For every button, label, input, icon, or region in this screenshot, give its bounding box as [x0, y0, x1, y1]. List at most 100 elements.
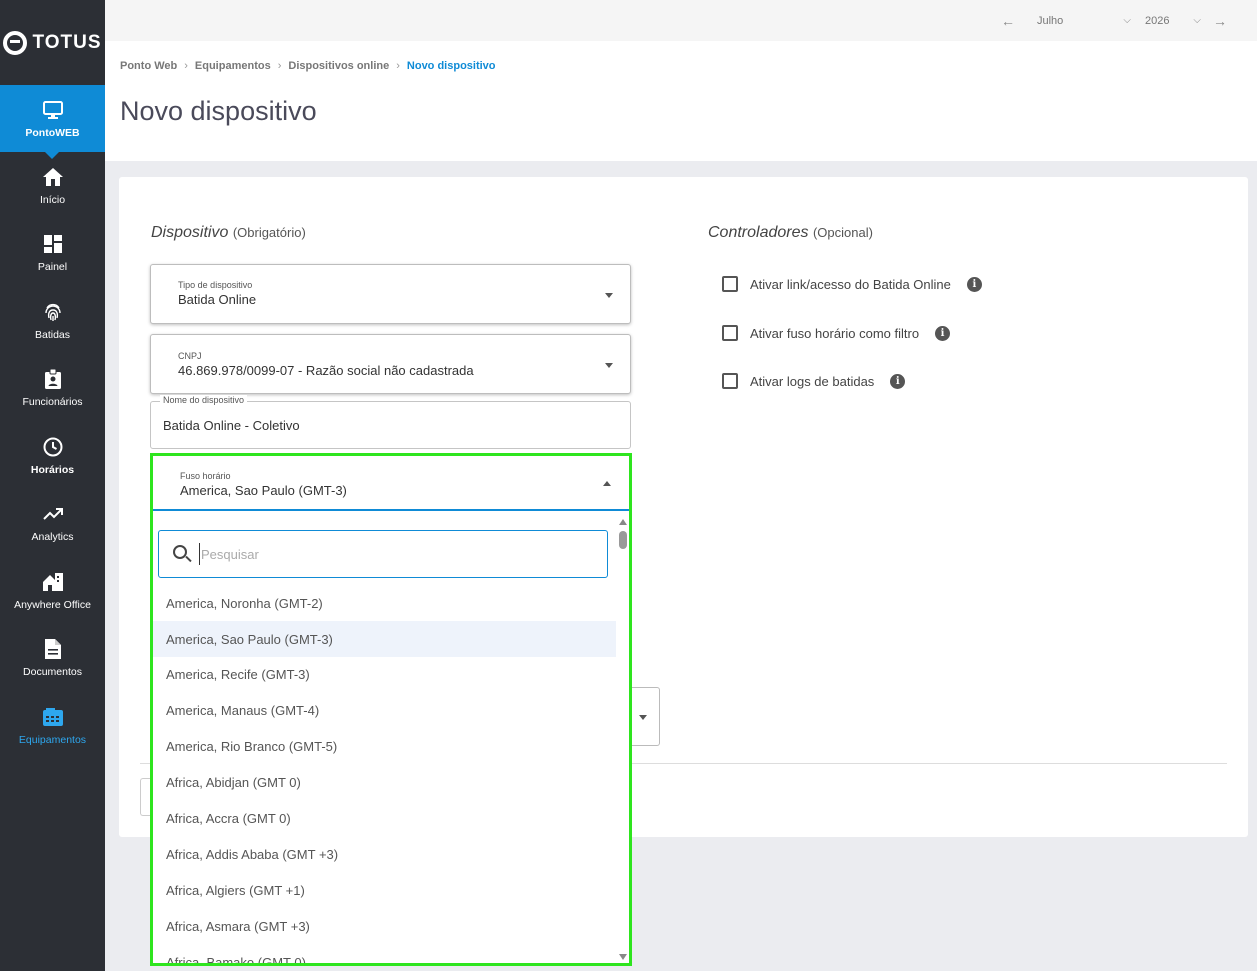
timezone-option[interactable]: Africa, Algiers (GMT +1)	[153, 872, 616, 908]
field-value: 46.869.978/0099-07 - Razão social não ca…	[178, 363, 474, 378]
device-name-field[interactable]: Nome do dispositivo Batida Online - Cole…	[150, 395, 631, 449]
home-icon	[42, 166, 64, 188]
timezone-option[interactable]: Africa, Bamako (GMT 0)	[153, 944, 616, 964]
chevron-down-icon: ⌵	[1123, 15, 1131, 26]
sidebar: TOTUS PontoWEB Início Painel Batidas Fun…	[0, 0, 105, 971]
breadcrumb-item[interactable]: Equipamentos	[195, 60, 271, 72]
sidebar-item-painel[interactable]: Painel	[0, 220, 105, 288]
sidebar-item-documentos[interactable]: Documentos	[0, 625, 105, 693]
caret-up-icon	[603, 481, 611, 486]
sidebar-item-pontoweb[interactable]: PontoWEB	[0, 85, 105, 159]
page-header: Ponto Web › Equipamentos › Dispositivos …	[105, 41, 1257, 161]
section-hint: (Obrigatório)	[232, 225, 306, 240]
monitor-icon	[42, 99, 64, 121]
sidebar-item-label: Funcionários	[22, 396, 83, 409]
chevron-down-icon: ⌵	[1193, 15, 1201, 26]
timezone-option[interactable]: Africa, Abidjan (GMT 0)	[153, 764, 616, 800]
month-value: Julho	[1037, 14, 1064, 27]
controllers-section-title: Controladores (Opcional)	[708, 224, 873, 242]
options-scrollbar[interactable]	[618, 513, 628, 963]
sidebar-item-anywhere-office[interactable]: Anywhere Office	[0, 557, 105, 625]
timezone-option[interactable]: Africa, Addis Ababa (GMT +3)	[153, 836, 616, 872]
document-icon	[42, 638, 64, 660]
scroll-thumb[interactable]	[619, 531, 627, 549]
timezone-option[interactable]: America, Manaus (GMT-4)	[153, 692, 616, 728]
timezone-option[interactable]: America, Noronha (GMT-2)	[153, 585, 616, 621]
sidebar-item-label: Início	[39, 193, 66, 206]
dashboard-icon	[42, 233, 64, 255]
scroll-down-arrow-icon[interactable]	[619, 954, 627, 960]
breadcrumb: Ponto Web › Equipamentos › Dispositivos …	[120, 60, 496, 72]
brand-logo[interactable]: TOTUS	[0, 0, 105, 85]
info-icon[interactable]: i	[966, 276, 982, 292]
sidebar-item-funcionarios[interactable]: Funcionários	[0, 355, 105, 423]
checkbox-label: Ativar fuso horário como filtro	[750, 325, 920, 341]
top-bar: ← Julho ⌵ 2026 ⌵ →	[105, 0, 1257, 41]
equipment-icon	[42, 706, 64, 728]
sidebar-item-label: Anywhere Office	[14, 598, 91, 611]
search-input[interactable]	[199, 543, 579, 565]
checkbox-label: Ativar logs de batidas	[750, 373, 875, 389]
cnpj-select[interactable]: CNPJ 46.869.978/0099-07 - Razão social n…	[150, 334, 631, 394]
section-title-text: Controladores	[708, 224, 809, 241]
controller-option-batida-online-link[interactable]: Ativar link/acesso do Batida Online i	[722, 276, 982, 292]
section-title-text: Dispositivo	[151, 224, 229, 241]
sidebar-item-horarios[interactable]: Horários	[0, 422, 105, 490]
sidebar-item-label: Analytics	[31, 531, 74, 544]
device-type-select[interactable]: Tipo de dispositivo Batida Online	[150, 264, 631, 324]
sidebar-item-label: Horários	[30, 463, 75, 476]
breadcrumb-current: Novo dispositivo	[406, 60, 496, 72]
info-icon[interactable]: i	[935, 325, 951, 341]
sidebar-item-label: Documentos	[23, 666, 82, 679]
previous-period-arrow-icon[interactable]: ←	[1001, 13, 1015, 29]
sidebar-item-label: PontoWEB	[25, 126, 80, 139]
checkbox[interactable]	[722, 325, 738, 341]
month-select[interactable]: Julho ⌵	[1037, 15, 1131, 27]
field-value: America, Sao Paulo (GMT-3)	[180, 483, 347, 498]
field-label: Nome do dispositivo	[160, 395, 248, 405]
sidebar-item-equipamentos[interactable]: Equipamentos	[0, 692, 105, 760]
caret-down-icon	[605, 363, 613, 368]
field-label: Fuso horário	[180, 471, 231, 481]
next-period-arrow-icon[interactable]: →	[1213, 13, 1227, 29]
timezone-option[interactable]: America, Recife (GMT-3)	[153, 656, 616, 692]
trending-icon	[42, 503, 64, 525]
search-icon	[173, 545, 187, 559]
brand-name: TOTUS	[32, 31, 102, 53]
timezone-search[interactable]	[158, 530, 608, 578]
field-label: CNPJ	[178, 351, 202, 361]
sidebar-item-inicio[interactable]: Início	[0, 152, 105, 220]
timezone-options-panel: America, Noronha (GMT-2) America, Sao Pa…	[153, 513, 629, 964]
sidebar-item-label: Painel	[37, 261, 68, 274]
sidebar-item-label: Batidas	[34, 328, 71, 341]
timezone-select[interactable]: Fuso horário America, Sao Paulo (GMT-3)	[153, 456, 629, 511]
sidebar-item-batidas[interactable]: Batidas	[0, 287, 105, 355]
checkbox-label: Ativar link/acesso do Batida Online	[750, 276, 951, 292]
breadcrumb-separator: ›	[396, 60, 400, 72]
device-section-title: Dispositivo (Obrigatório)	[151, 224, 306, 242]
page-title: Novo dispositivo	[120, 96, 317, 126]
section-hint: (Opcional)	[812, 225, 873, 240]
breadcrumb-item[interactable]: Dispositivos online	[288, 60, 389, 72]
timezone-option[interactable]: America, Rio Branco (GMT-5)	[153, 728, 616, 764]
timezone-option[interactable]: Africa, Accra (GMT 0)	[153, 800, 616, 836]
year-select[interactable]: 2026 ⌵	[1145, 15, 1201, 27]
info-icon[interactable]: i	[890, 373, 906, 389]
fingerprint-icon	[42, 301, 64, 323]
scroll-up-arrow-icon[interactable]	[619, 519, 627, 525]
breadcrumb-separator: ›	[184, 60, 188, 72]
controller-option-batidas-logs[interactable]: Ativar logs de batidas i	[722, 373, 906, 389]
clock-icon	[42, 436, 64, 458]
sidebar-item-analytics[interactable]: Analytics	[0, 490, 105, 558]
checkbox[interactable]	[722, 373, 738, 389]
badge-icon	[42, 368, 64, 390]
sidebar-item-label: Equipamentos	[18, 733, 87, 746]
checkbox[interactable]	[722, 276, 738, 292]
controller-option-timezone-filter[interactable]: Ativar fuso horário como filtro i	[722, 325, 951, 341]
timezone-option[interactable]: Africa, Asmara (GMT +3)	[153, 908, 616, 944]
breadcrumb-separator: ›	[277, 60, 282, 72]
year-value: 2026	[1145, 14, 1170, 27]
breadcrumb-item[interactable]: Ponto Web	[120, 60, 177, 72]
period-selector: ← Julho ⌵ 2026 ⌵ →	[1001, 0, 1227, 41]
timezone-option-selected[interactable]: America, Sao Paulo (GMT-3)	[153, 621, 616, 657]
